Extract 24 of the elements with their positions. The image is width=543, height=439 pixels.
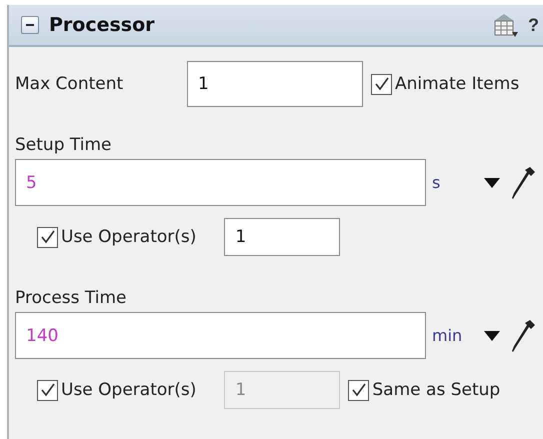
field-label: Max Content: [15, 74, 124, 94]
field-label: Process Time: [15, 288, 126, 308]
checkmark-icon: [40, 230, 56, 244]
unit-label[interactable]: min: [426, 326, 484, 345]
panel-title: Processor: [49, 14, 156, 36]
time-input[interactable]: 140: [15, 312, 426, 359]
checkbox[interactable]: Same as Setup: [348, 380, 500, 400]
max-content-input[interactable]: 1: [187, 61, 363, 107]
help-button[interactable]: ?: [528, 14, 539, 36]
dropdown-arrow-icon[interactable]: [484, 178, 500, 188]
table-icon[interactable]: [492, 12, 518, 38]
field-label: Setup Time: [15, 135, 112, 155]
unit-label[interactable]: s: [426, 173, 484, 192]
checkmark-icon: [374, 77, 390, 91]
operator-count-input[interactable]: 1: [224, 218, 340, 256]
eyedropper-icon[interactable]: [512, 318, 536, 352]
collapse-toggle[interactable]: [21, 16, 39, 34]
eyedropper-icon[interactable]: [512, 166, 536, 200]
time-input[interactable]: 5: [15, 159, 426, 206]
checkbox[interactable]: Animate Items: [371, 74, 520, 94]
checkmark-icon: [350, 383, 367, 397]
dropdown-arrow-icon[interactable]: [484, 330, 500, 340]
checkbox[interactable]: Use Operator(s): [37, 226, 196, 248]
checkmark-icon: [40, 383, 56, 397]
